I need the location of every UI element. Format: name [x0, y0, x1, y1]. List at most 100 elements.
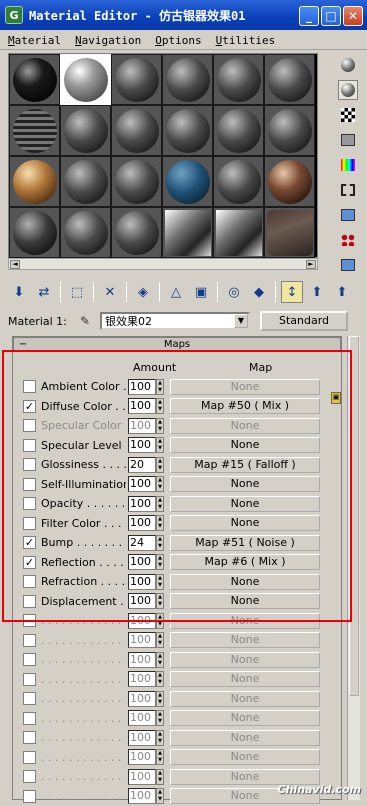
spinner-arrows-icon[interactable]: ▲▼ [156, 769, 164, 785]
amount-field[interactable]: 100 [128, 710, 156, 726]
spinner-arrows-icon[interactable]: ▲▼ [156, 749, 164, 765]
background-icon[interactable] [338, 105, 358, 125]
amount-field[interactable]: 100 [128, 379, 156, 395]
amount-field[interactable]: 100 [128, 418, 156, 434]
map-enable-checkbox[interactable] [23, 790, 36, 803]
sample-slot[interactable] [213, 156, 264, 207]
sample-slot[interactable] [264, 156, 315, 207]
amount-field[interactable]: 100 [128, 769, 156, 785]
amount-field[interactable]: 100 [128, 593, 156, 609]
map-button[interactable]: None [170, 671, 320, 687]
spinner-arrows-icon[interactable]: ▲▼ [156, 574, 164, 590]
menu-navigation[interactable]: Navigation [75, 34, 141, 47]
sample-uv-tiling-icon[interactable] [338, 130, 358, 150]
map-enable-checkbox[interactable] [23, 692, 36, 705]
menu-utilities[interactable]: Utilities [216, 34, 276, 47]
map-button[interactable]: None [170, 574, 320, 590]
spinner-arrows-icon[interactable]: ▲▼ [156, 554, 164, 570]
show-map-in-viewport-icon[interactable]: ◎ [223, 281, 245, 303]
spinner-arrows-icon[interactable]: ▲▼ [156, 613, 164, 629]
map-button[interactable]: None [170, 710, 320, 726]
map-button[interactable]: Map #6 ( Mix ) [170, 554, 320, 570]
spinner-arrows-icon[interactable]: ▲▼ [156, 593, 164, 609]
maps-rollout-header[interactable]: − Maps [13, 337, 341, 351]
minimize-button[interactable]: _ [299, 6, 319, 26]
amount-field[interactable]: 100 [128, 554, 156, 570]
sample-slot[interactable] [60, 156, 111, 207]
map-button[interactable]: None [170, 730, 320, 746]
map-button[interactable]: None [170, 593, 320, 609]
spinner-arrows-icon[interactable]: ▲▼ [156, 379, 164, 395]
map-button[interactable]: None [170, 496, 320, 512]
map-enable-checkbox[interactable] [23, 731, 36, 744]
amount-field[interactable]: 24 [128, 535, 156, 551]
map-button[interactable]: None [170, 652, 320, 668]
map-button[interactable]: Map #51 ( Noise ) [170, 535, 320, 551]
map-button[interactable]: None [170, 691, 320, 707]
map-enable-checkbox[interactable] [23, 634, 36, 647]
map-enable-checkbox[interactable] [23, 497, 36, 510]
put-to-scene-icon[interactable]: ⇄ [33, 281, 55, 303]
sample-slot[interactable] [111, 207, 162, 258]
material-name-combo[interactable]: 银效果02 ▼ [100, 312, 250, 330]
amount-field[interactable]: 100 [128, 476, 156, 492]
show-end-result-icon[interactable]: ◆ [248, 281, 270, 303]
spinner-arrows-icon[interactable]: ▲▼ [156, 691, 164, 707]
amount-field[interactable]: 100 [128, 788, 156, 804]
spinner-arrows-icon[interactable]: ▲▼ [156, 632, 164, 648]
map-button[interactable]: None [170, 749, 320, 765]
map-enable-checkbox[interactable] [23, 517, 36, 530]
amount-field[interactable]: 100 [128, 691, 156, 707]
sample-slot[interactable] [264, 105, 315, 156]
amount-field[interactable]: 100 [128, 398, 156, 414]
options-icon[interactable] [338, 205, 358, 225]
spinner-arrows-icon[interactable]: ▲▼ [156, 788, 164, 804]
amount-field[interactable]: 100 [128, 671, 156, 687]
spinner-arrows-icon[interactable]: ▲▼ [156, 671, 164, 687]
scroll-left-icon[interactable]: ◄ [10, 260, 20, 269]
spinner-arrows-icon[interactable]: ▲▼ [156, 457, 164, 473]
spinner-arrows-icon[interactable]: ▲▼ [156, 730, 164, 746]
map-button[interactable]: None [170, 437, 320, 453]
sample-slot[interactable] [60, 54, 111, 105]
map-enable-checkbox[interactable]: ✓ [23, 400, 36, 413]
material-type-button[interactable]: Standard [260, 311, 348, 331]
reset-map-icon[interactable]: ✕ [99, 281, 121, 303]
sample-slot[interactable] [213, 105, 264, 156]
map-enable-checkbox[interactable] [23, 478, 36, 491]
map-enable-checkbox[interactable] [23, 712, 36, 725]
sample-slot[interactable] [264, 207, 315, 258]
map-enable-checkbox[interactable] [23, 575, 36, 588]
sample-slot[interactable] [60, 105, 111, 156]
map-button[interactable]: None [170, 515, 320, 531]
sample-slot[interactable] [213, 207, 264, 258]
amount-field[interactable]: 100 [128, 515, 156, 531]
map-enable-checkbox[interactable]: ✓ [23, 536, 36, 549]
spinner-arrows-icon[interactable]: ▲▼ [156, 710, 164, 726]
scroll-right-icon[interactable]: ► [306, 260, 316, 269]
map-enable-checkbox[interactable] [23, 595, 36, 608]
sample-slot[interactable] [264, 54, 315, 105]
make-preview-icon[interactable] [338, 180, 358, 200]
amount-field[interactable]: 20 [128, 457, 156, 473]
backlight-icon[interactable] [338, 80, 358, 100]
close-button[interactable]: ✕ [343, 6, 363, 26]
pick-material-icon[interactable]: ⬆ [331, 281, 353, 303]
spinner-arrows-icon[interactable]: ▲▼ [156, 535, 164, 551]
amount-field[interactable]: 100 [128, 632, 156, 648]
amount-field[interactable]: 100 [128, 496, 156, 512]
collapse-icon[interactable]: − [14, 339, 32, 350]
map-enable-checkbox[interactable] [23, 380, 36, 393]
spinner-arrows-icon[interactable]: ▲▼ [156, 496, 164, 512]
sample-slot[interactable] [111, 156, 162, 207]
spinner-arrows-icon[interactable]: ▲▼ [156, 437, 164, 453]
map-enable-checkbox[interactable] [23, 439, 36, 452]
material-id-channel-icon[interactable]: ▣ [190, 281, 212, 303]
menu-options[interactable]: Options [155, 34, 201, 47]
map-button[interactable]: None [170, 613, 320, 629]
sample-slot[interactable] [213, 54, 264, 105]
map-enable-checkbox[interactable] [23, 614, 36, 627]
rollout-scrollbar[interactable] [347, 336, 360, 800]
slots-horizontal-scrollbar[interactable]: ◄ ► [8, 258, 318, 270]
map-enable-checkbox[interactable] [23, 751, 36, 764]
